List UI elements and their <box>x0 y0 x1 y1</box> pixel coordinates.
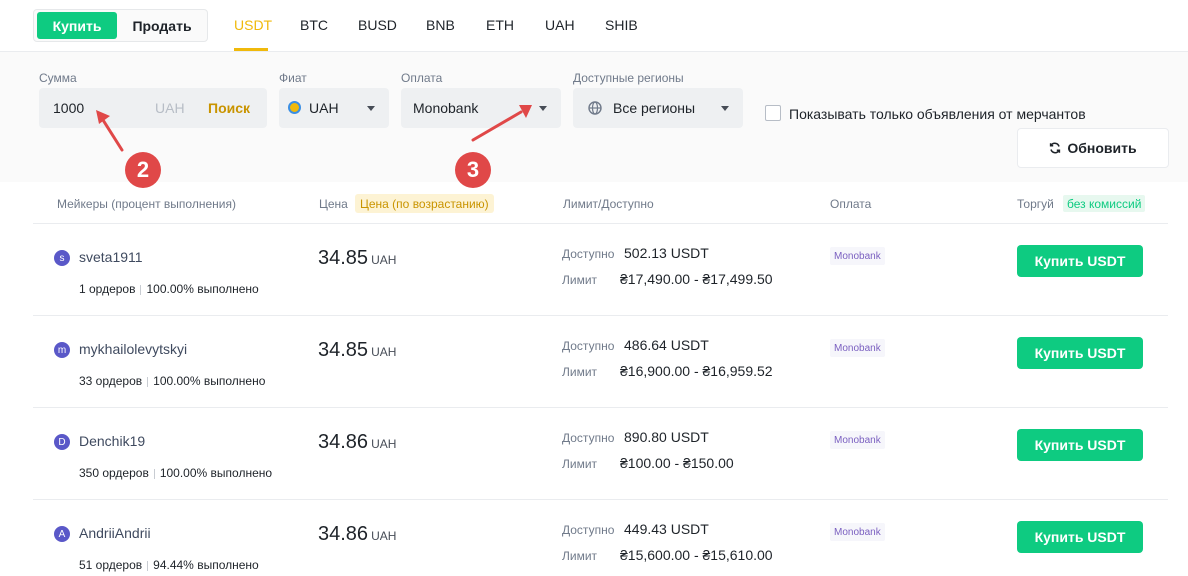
avatar: m <box>54 342 70 358</box>
completion-rate: 100.00% выполнено <box>146 282 259 296</box>
limit-label: Лимит <box>562 365 598 379</box>
limit-label: Лимит <box>562 273 598 287</box>
buy-usdt-button[interactable]: Купить USDT <box>1017 337 1143 369</box>
buy-usdt-button[interactable]: Купить USDT <box>1017 429 1143 461</box>
table-row: D Denchik19 350 ордеров 100.00% выполнено… <box>33 408 1168 500</box>
merchant-name[interactable]: Denchik19 <box>79 433 145 449</box>
payment-method-tag: Monobank <box>830 523 885 541</box>
col-header-payment: Оплата <box>830 197 872 211</box>
col-header-price: Цена <box>319 197 348 211</box>
annotation-badge-3: 3 <box>455 152 491 188</box>
price: 34.86 UAH <box>318 523 396 546</box>
col-header-trade: Торгуй <box>1017 197 1054 211</box>
price-value: 34.85 <box>318 247 369 269</box>
col-header-makers: Мейкеры (процент выполнения) <box>57 197 236 211</box>
price-value: 34.86 <box>318 431 369 453</box>
available-value: 449.43 USDT <box>624 521 709 537</box>
price: 34.85 UAH <box>318 247 396 270</box>
available-value: 502.13 USDT <box>624 245 709 261</box>
table-row: A AndriiAndrii 51 ордеров 94.44% выполнен… <box>33 500 1168 576</box>
table-row: s sveta1911 1 ордеров 100.00% выполнено 3… <box>33 224 1168 316</box>
price-currency: UAH <box>371 345 397 359</box>
price-currency: UAH <box>371 253 397 267</box>
price-sort-chip[interactable]: Цена (по возрастанию) <box>355 194 494 213</box>
available-label: Доступно <box>562 247 615 261</box>
completion-rate: 100.00% выполнено <box>159 466 273 480</box>
order-count: 1 ордеров <box>79 282 136 296</box>
arrow-to-amount <box>101 118 124 152</box>
completion-rate: 100.00% выполнено <box>153 374 266 388</box>
order-count: 51 ордеров <box>79 558 143 572</box>
available-value: 890.80 USDT <box>624 429 709 445</box>
buy-usdt-button[interactable]: Купить USDT <box>1017 521 1143 553</box>
merchant-name[interactable]: AndriiAndrii <box>79 525 151 541</box>
price: 34.86 UAH <box>318 431 396 454</box>
arrow-to-payment <box>471 110 523 142</box>
avatar: D <box>54 434 70 450</box>
limit-label: Лимит <box>562 457 598 471</box>
payment-method-tag: Monobank <box>830 431 885 449</box>
merchant-name[interactable]: sveta1911 <box>79 249 143 265</box>
price-value: 34.85 <box>318 339 369 361</box>
available-label: Доступно <box>562 523 615 537</box>
merchant-stats: 51 ордеров 94.44% выполнено <box>79 558 259 572</box>
available-value: 486.64 USDT <box>624 337 709 353</box>
merchant-stats: 33 ордеров 100.00% выполнено <box>79 374 265 388</box>
available-label: Доступно <box>562 339 615 353</box>
buy-usdt-button[interactable]: Купить USDT <box>1017 245 1143 277</box>
limit-label: Лимит <box>562 549 598 563</box>
col-header-limit: Лимит/Доступно <box>563 197 654 211</box>
payment-method-tag: Monobank <box>830 247 885 265</box>
price: 34.85 UAH <box>318 339 396 362</box>
completion-rate: 94.44% выполнено <box>153 558 259 572</box>
price-currency: UAH <box>371 437 397 451</box>
payment-method-tag: Monobank <box>830 339 885 357</box>
merchant-stats: 1 ордеров 100.00% выполнено <box>79 282 259 296</box>
limit-value: ₴100.00 - ₴150.00 <box>620 455 734 471</box>
limit-value: ₴15,600.00 - ₴15,610.00 <box>620 547 773 563</box>
price-value: 34.86 <box>318 523 369 545</box>
order-count: 33 ордеров <box>79 374 143 388</box>
order-count: 350 ордеров <box>79 466 149 480</box>
limit-value: ₴17,490.00 - ₴17,499.50 <box>620 271 773 287</box>
price-currency: UAH <box>371 529 397 543</box>
available-label: Доступно <box>562 431 615 445</box>
no-fee-badge: без комиссий <box>1063 195 1146 212</box>
limit-value: ₴16,900.00 - ₴16,959.52 <box>620 363 773 379</box>
annotation-badge-2: 2 <box>125 152 161 188</box>
merchant-stats: 350 ордеров 100.00% выполнено <box>79 466 272 480</box>
avatar: s <box>54 250 70 266</box>
avatar: A <box>54 526 70 542</box>
table-row: m mykhailolevytskyi 33 ордеров 100.00% вы… <box>33 316 1168 408</box>
merchant-name[interactable]: mykhailolevytskyi <box>79 341 187 357</box>
